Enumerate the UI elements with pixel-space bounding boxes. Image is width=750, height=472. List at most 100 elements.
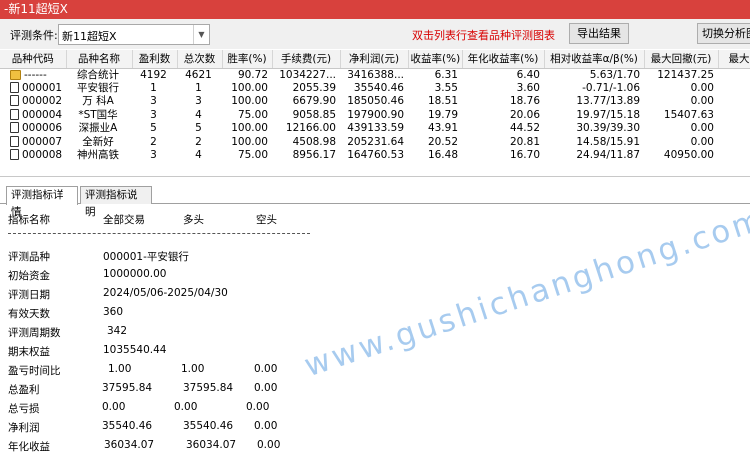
export-button[interactable]: 导出结果 [569,23,629,44]
header-return[interactable]: 收益率(%) [408,50,463,69]
cell-win: 3 [150,95,157,108]
cell-win: 3 [150,149,157,162]
cell-win: 4192 [140,68,167,81]
cell-code: ------ [24,68,47,81]
window-title: -新11超短X [0,0,750,19]
cell-annual: 20.06 [509,108,540,121]
table-row[interactable]: 000006 深振业A 5 5 100.00 12166.00 439133.5… [0,122,750,136]
cell-profit: 205231.64 [347,135,404,148]
header-rate[interactable]: 胜率(%) [222,50,273,69]
header-name[interactable]: 品种名称 [66,50,133,69]
cell-name: 万 科A [82,95,114,108]
grid-hint: 双击列表行查看品种评测图表 [412,29,555,42]
table-row[interactable]: 000004 *ST国华 3 4 75.00 9058.85 197900.90… [0,108,750,123]
cell-profit: 3416388... [347,68,404,81]
header-win[interactable]: 盈利数 [132,50,178,69]
cell-total: 2 [195,135,202,148]
stat-row: 盈亏时间比 1.00 1.00 0.00 [0,363,600,379]
stat-row: 净利润 35540.46 35540.46 0.00 [0,420,600,436]
header-profit[interactable]: 净利润(元) [340,50,409,69]
cell-drawdown: 0.00 [690,122,714,135]
cell-code: 000004 [22,108,63,121]
cell-win: 3 [150,108,157,121]
cell-relative: 19.97/15.18 [576,108,640,121]
cell-return: 16.48 [427,149,458,162]
detail-header-long: 多头 [183,214,204,226]
info-value: 360 [103,306,124,318]
cell-name: 综合统计 [77,68,119,81]
info-label: 评测周期数 [8,327,61,339]
table-row[interactable]: 000008 神州高铁 3 4 75.00 8956.17 164760.53 … [0,149,750,163]
cell-fee: 1034227... [279,68,336,81]
info-value: 000001-平安银行 [103,251,189,263]
cell-fee: 8956.17 [292,149,336,162]
stat-label: 总盈利 [8,384,40,396]
document-icon [10,108,19,120]
table-row[interactable]: 000002 万 科A 3 3 100.00 6679.90 185050.46… [0,95,750,109]
stat-label: 盈亏时间比 [8,365,61,377]
header-row: 品种代码 品种名称 盈利数 总次数 胜率(%) 手续费(元) 净利润(元) 收益… [0,50,750,69]
cell-fee: 9058.85 [292,108,336,121]
detail-divider [8,233,310,234]
document-icon [10,81,19,93]
switch-chart-button[interactable]: 切换分析图 [697,23,750,44]
condition-label: 评测条件: [10,29,58,42]
cell-total: 5 [195,122,202,135]
info-label: 评测日期 [8,289,50,301]
cell-drawdown: 0.00 [690,81,714,94]
document-icon [10,122,19,134]
header-annual[interactable]: 年化收益率(%) [462,50,545,69]
cell-total: 3 [195,95,202,108]
cell-fee: 4508.98 [292,135,336,148]
cell-profit: 164760.53 [347,149,404,162]
stat-row: 总盈利 37595.84 37595.84 0.00 [0,382,600,398]
cell-code: 000008 [22,149,63,162]
results-table: 品种代码 品种名称 盈利数 总次数 胜率(%) 手续费(元) 净利润(元) 收益… [0,50,750,163]
table-row[interactable]: ------ 综合统计 4192 4621 90.72 1034227... 3… [0,68,750,82]
stat-short: 0.00 [257,439,281,451]
stat-label: 总亏损 [8,403,40,415]
cell-total: 4 [195,149,202,162]
stat-label: 年化收益 [8,441,50,453]
cell-name: 深振业A [78,122,118,135]
header-max[interactable]: 最大 [718,50,750,69]
detail-header-short: 空头 [256,214,277,226]
cell-win: 1 [150,81,157,94]
cell-name: 平安银行 [77,81,119,94]
cell-return: 18.51 [427,95,458,108]
chevron-down-icon[interactable]: ▼ [193,25,209,44]
stat-short: 0.00 [254,363,278,375]
info-value: 2024/05/06-2025/04/30 [103,287,228,299]
info-row: 评测品种 000001-平安银行 [0,249,600,265]
cell-relative: 13.77/13.89 [576,95,640,108]
detail-header-all: 全部交易 [103,214,145,226]
stat-long: 1.00 [181,363,205,375]
header-code[interactable]: 品种代码 [0,50,67,69]
cell-relative: 14.58/15.91 [576,135,640,148]
table-row[interactable]: 000007 全新好 2 2 100.00 4508.98 205231.64 … [0,135,750,150]
stat-short: 0.00 [254,382,278,394]
cell-rate: 100.00 [231,95,268,108]
stat-all: 0.00 [102,401,126,413]
tab-metric-description[interactable]: 评测指标说明 [80,186,152,218]
header-drawdown[interactable]: 最大回撤(元) [644,50,719,69]
condition-select[interactable]: 新11超短X ▼ [58,24,210,45]
info-label: 评测品种 [8,251,50,263]
cell-code: 000002 [22,95,63,108]
stat-short: 0.00 [254,420,278,432]
cell-rate: 75.00 [237,149,268,162]
stat-long: 37595.84 [183,382,234,394]
condition-value: 新11超短X [62,30,117,43]
stat-all: 35540.46 [102,420,153,432]
header-fee[interactable]: 手续费(元) [272,50,341,69]
toolbar: 评测条件: 新11超短X ▼ 双击列表行查看品种评测图表 导出结果 切换分析图 [0,19,750,49]
header-total[interactable]: 总次数 [177,50,223,69]
table-row[interactable]: 000001 平安银行 1 1 100.00 2055.39 35540.46 … [0,81,750,96]
header-relative[interactable]: 相对收益率α/β(%) [544,50,645,69]
cell-fee: 12166.00 [285,122,336,135]
cell-relative: 30.39/39.30 [576,122,640,135]
document-icon [10,149,19,161]
cell-rate: 90.72 [237,68,268,81]
tab-metric-detail[interactable]: 评测指标详情 [6,186,78,218]
cell-annual: 3.60 [516,81,540,94]
